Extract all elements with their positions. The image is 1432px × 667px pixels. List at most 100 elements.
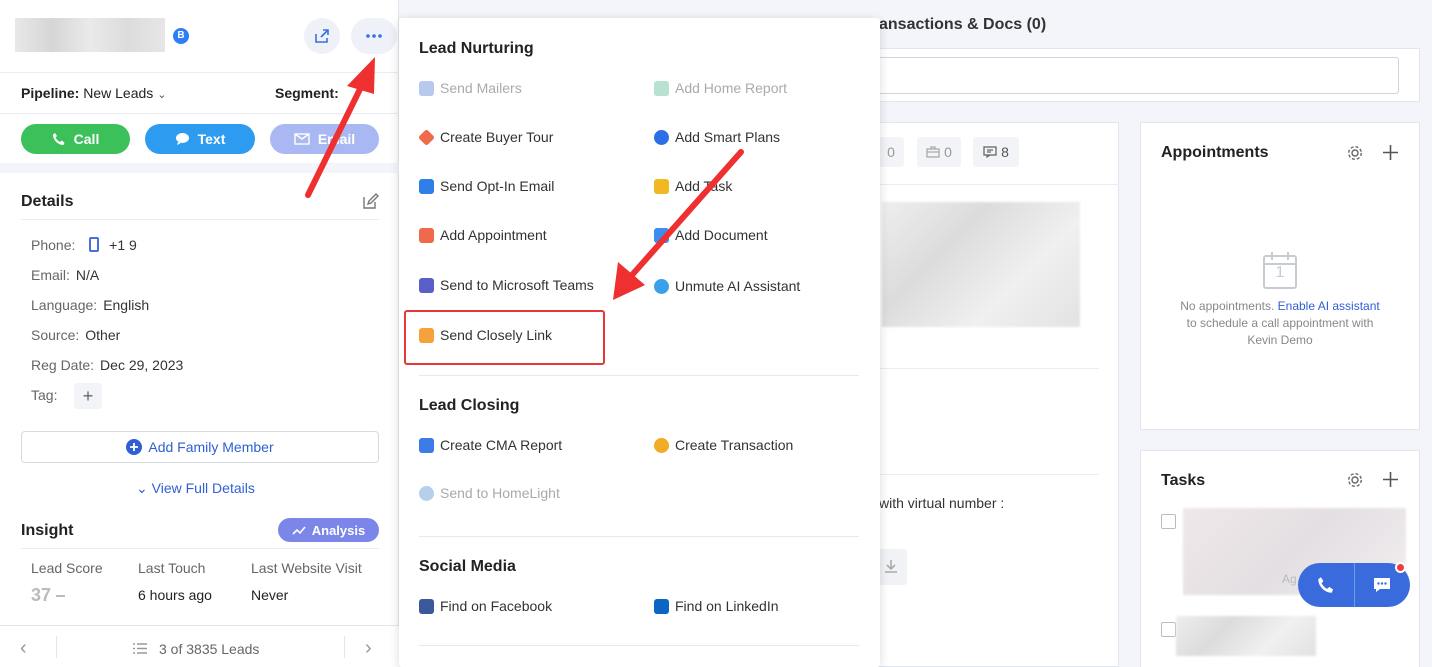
more-actions-menu: Lead Nurturing Send Mailers Add Home Rep… <box>399 18 880 667</box>
menu-create-buyer-tour[interactable]: Create Buyer Tour <box>418 128 553 146</box>
divider <box>56 636 57 658</box>
menu-label: Find on LinkedIn <box>675 598 779 614</box>
divider <box>0 113 399 114</box>
next-lead-button[interactable]: › <box>365 637 372 660</box>
call-button[interactable]: Call <box>21 124 130 154</box>
divider <box>344 636 345 658</box>
phone-icon <box>1318 577 1333 593</box>
filter-chip-3[interactable]: 8 <box>973 137 1019 167</box>
linkedin-icon <box>654 598 669 614</box>
menu-find-linkedin[interactable]: Find on LinkedIn <box>654 598 779 614</box>
menu-add-smart-plans[interactable]: Add Smart Plans <box>654 129 780 145</box>
phone-value[interactable]: +1 9 <box>109 237 137 253</box>
facebook-icon <box>419 598 434 614</box>
divider <box>21 219 379 220</box>
chip-count: 8 <box>1001 144 1009 160</box>
mobile-icon <box>89 237 100 252</box>
prev-lead-button[interactable]: ‹ <box>20 637 27 660</box>
floating-phone-button[interactable] <box>1298 563 1355 607</box>
filter-chip-2[interactable]: 0 <box>917 137 961 167</box>
pipeline-value: New Leads <box>83 85 154 101</box>
calendar-day: 1 <box>1275 264 1285 281</box>
lead-badge: B <box>173 28 189 44</box>
transactions-docs-title: ansactions & Docs (0) <box>879 16 1047 33</box>
chat-icon <box>175 133 189 145</box>
email-detail-value: N/A <box>75 267 100 283</box>
dollar-icon <box>654 437 669 453</box>
menu-label: Add Document <box>675 227 768 243</box>
menu-label: Send to Microsoft Teams <box>440 277 594 293</box>
chat-bubble-icon <box>1374 578 1391 592</box>
view-full-details-link[interactable]: ⌄ View Full Details <box>136 480 255 497</box>
email-label: Email <box>317 131 356 147</box>
comment-icon <box>983 146 997 158</box>
filter-chip-1[interactable]: 0 <box>878 137 904 167</box>
detail-language: Language: English <box>31 297 149 313</box>
flat-trend-icon <box>56 595 66 598</box>
divider <box>419 375 859 376</box>
more-button[interactable] <box>351 18 397 54</box>
more-dots-icon <box>366 34 382 38</box>
add-icon[interactable] <box>1382 144 1399 161</box>
segment-selector[interactable]: Segment: <box>275 85 339 101</box>
menu-add-home-report[interactable]: Add Home Report <box>654 80 787 96</box>
menu-send-microsoft-teams[interactable]: Send to Microsoft Teams <box>419 277 594 293</box>
menu-unmute-ai-assistant[interactable]: Unmute AI Assistant <box>654 278 800 294</box>
divider <box>860 368 1099 369</box>
menu-label: Create CMA Report <box>440 437 563 453</box>
section-lead-nurturing: Lead Nurturing <box>419 40 534 57</box>
pipeline-selector[interactable]: Pipeline: New Leads ⌄ <box>21 85 166 101</box>
menu-label: Send Opt-In Email <box>440 178 555 194</box>
download-icon <box>885 560 897 573</box>
divider <box>21 548 379 549</box>
lead-panel: B Pipeline: New Leads ⌄ Segment: Call Te… <box>0 0 399 667</box>
tasks-title: Tasks <box>1161 472 1206 489</box>
edit-icon[interactable] <box>362 193 379 210</box>
mailer-icon <box>419 80 434 96</box>
task-checkbox[interactable] <box>1161 514 1176 529</box>
add-family-member-button[interactable]: Add Family Member <box>21 431 379 463</box>
appointments-title: Appointments <box>1161 144 1269 161</box>
add-tag-button[interactable]: + <box>74 383 102 409</box>
menu-add-appointment[interactable]: Add Appointment <box>419 227 547 243</box>
share-icon <box>315 29 329 43</box>
menu-send-homelight[interactable]: Send to HomeLight <box>419 485 560 501</box>
text-label: Text <box>197 131 226 147</box>
share-button[interactable] <box>304 18 340 54</box>
add-icon[interactable] <box>1382 471 1399 488</box>
menu-send-mailers[interactable]: Send Mailers <box>419 80 522 96</box>
menu-label: Add Appointment <box>440 227 547 243</box>
appointments-empty-message: No appointments. Enable AI assistant to … <box>1180 298 1380 349</box>
floating-call-widget <box>1298 563 1410 607</box>
trend-icon <box>292 526 306 535</box>
divider <box>860 184 1119 185</box>
search-input[interactable] <box>876 57 1399 94</box>
plus-circle-icon <box>126 439 143 455</box>
email-button[interactable]: Email <box>270 124 379 154</box>
menu-create-cma-report[interactable]: Create CMA Report <box>419 437 562 453</box>
menu-add-document[interactable]: Add Document <box>654 227 768 243</box>
chevron-down-icon: ⌄ <box>157 89 167 101</box>
divider <box>419 536 859 537</box>
menu-add-task[interactable]: Add Task <box>654 178 732 194</box>
divider <box>0 72 399 73</box>
gear-icon[interactable] <box>1347 472 1363 488</box>
menu-send-opt-in-email[interactable]: Send Opt-In Email <box>419 178 554 194</box>
section-social-media: Social Media <box>419 558 516 575</box>
smart-plans-icon <box>654 129 669 145</box>
analysis-button[interactable]: Analysis <box>278 518 379 542</box>
detail-source: Source: Other <box>31 327 120 343</box>
task-checkbox[interactable] <box>1161 622 1176 637</box>
briefcase-icon <box>926 146 940 158</box>
text-button[interactable]: Text <box>145 124 255 154</box>
lead-pager: ‹ 3 of 3835 Leads › <box>0 625 399 667</box>
view-full-label: View Full Details <box>151 480 255 496</box>
menu-create-transaction[interactable]: Create Transaction <box>654 437 793 453</box>
language-value: English <box>103 297 150 313</box>
enable-ai-link[interactable]: Enable AI assistant <box>1278 299 1380 313</box>
divider <box>860 474 1099 475</box>
empty-suffix: to schedule a call appointment with Kevi… <box>1186 316 1374 347</box>
lead-score-number: 37 <box>31 585 52 605</box>
menu-find-facebook[interactable]: Find on Facebook <box>419 598 552 614</box>
gear-icon[interactable] <box>1347 145 1363 161</box>
